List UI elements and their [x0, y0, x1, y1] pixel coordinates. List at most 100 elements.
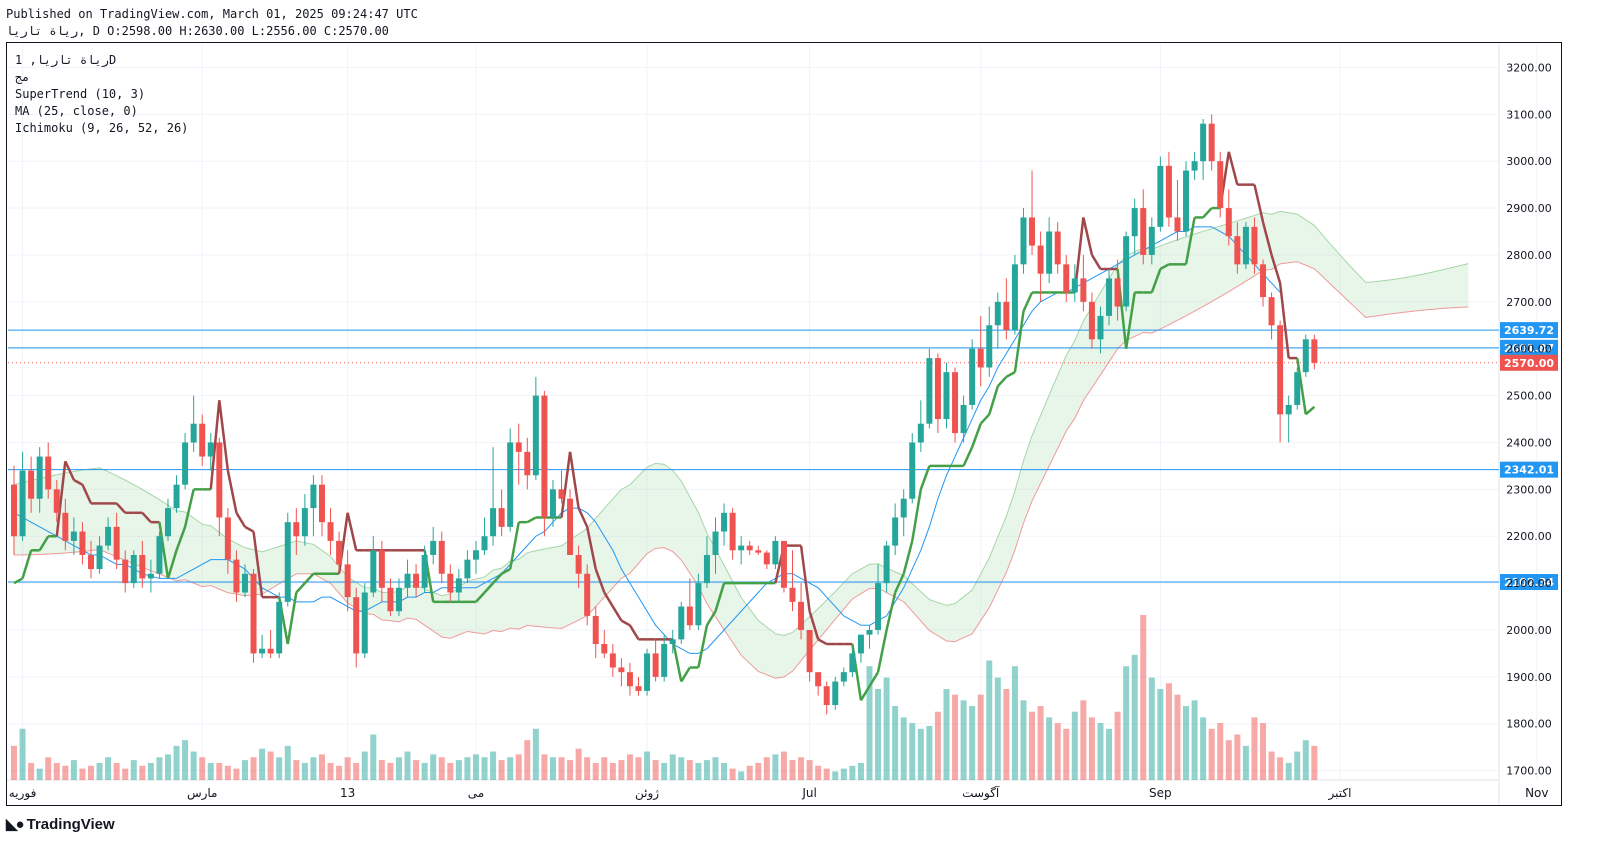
candle-body: [344, 564, 351, 598]
candle-body: [216, 442, 223, 518]
legend-symbol: رياة تاريا, 1D: [15, 53, 117, 67]
legend-ichimoku: Ichimoku (9, 26, 52, 26): [15, 121, 189, 135]
volume-bar: [763, 757, 770, 780]
candle-body: [464, 559, 471, 579]
candle-body: [721, 512, 728, 532]
volume-bar: [1037, 706, 1044, 780]
candle-body: [661, 644, 668, 677]
volume-bar: [1285, 762, 1292, 780]
candle-body: [1131, 208, 1138, 237]
volume-bar: [1080, 700, 1087, 780]
volume-bar: [1157, 688, 1164, 780]
supertrend-segment: [697, 625, 709, 668]
candle-body: [601, 644, 608, 654]
volume-bar: [926, 725, 933, 780]
volume-bar: [421, 762, 428, 780]
supertrend-segment: [226, 470, 238, 514]
candle-body: [832, 681, 839, 705]
price-label: 2570.00: [1504, 357, 1554, 370]
candle-body: [395, 587, 402, 612]
candle-body: [147, 573, 154, 579]
candle-body: [1157, 165, 1164, 227]
y-tick-label: 2900.00: [1506, 202, 1552, 215]
candle-body: [318, 484, 325, 523]
candle-body: [1114, 278, 1121, 307]
volume-bar: [609, 762, 616, 780]
volume-bar: [190, 751, 197, 780]
candle-body: [994, 301, 1001, 326]
candle-body: [1165, 165, 1172, 218]
volume-bar: [729, 768, 736, 780]
candle-body: [276, 601, 283, 654]
candle-body: [421, 554, 428, 588]
supertrend-segment: [671, 639, 683, 682]
candle-body: [438, 540, 445, 574]
volume-bar: [1097, 723, 1104, 780]
candle-body: [532, 395, 539, 476]
candle-body: [1242, 226, 1249, 265]
volume-bar: [1234, 734, 1241, 780]
candle-body: [575, 554, 582, 574]
candle-body: [609, 653, 616, 668]
candle-body: [558, 489, 565, 499]
y-tick-label: 1700.00: [1506, 765, 1552, 778]
volume-bar: [164, 754, 171, 780]
volume-bar: [832, 771, 839, 780]
volume-bar: [952, 694, 959, 780]
volume-bar: [1063, 728, 1070, 780]
candle-body: [207, 442, 214, 457]
volume-bar: [1003, 688, 1010, 780]
volume-bar: [1020, 700, 1027, 780]
candle-body: [122, 559, 129, 584]
volume-bar: [635, 757, 642, 780]
y-tick-label: 3000.00: [1506, 155, 1552, 168]
legend-ma: MA (25, close, 0): [15, 104, 138, 118]
volume-bar: [789, 760, 796, 780]
volume-bar: [224, 765, 231, 780]
candle-body: [943, 372, 950, 420]
candle-body: [1234, 236, 1241, 265]
candle-body: [840, 672, 847, 682]
price-chart[interactable]: 2639.722601.872570.002342.012102.341700.…: [0, 0, 1598, 858]
volume-bar: [1140, 615, 1147, 780]
volume-bar: [549, 757, 556, 780]
volume-bar: [1242, 745, 1249, 780]
volume-bar: [943, 688, 950, 780]
candle-body: [1106, 278, 1113, 316]
candle-body: [259, 648, 266, 654]
volume-bar: [1183, 706, 1190, 780]
candle-body: [900, 498, 907, 518]
volume-bar: [182, 740, 189, 780]
candle-body: [567, 498, 574, 555]
candle-body: [284, 522, 291, 602]
candle-body: [883, 545, 890, 584]
candle-body: [1260, 264, 1267, 298]
volume-bar: [1251, 717, 1258, 780]
volume-bar: [301, 762, 308, 780]
volume-bar: [815, 765, 822, 780]
candle-body: [1174, 217, 1181, 232]
candle-body: [28, 470, 35, 499]
candle-body: [798, 601, 805, 630]
candle-body: [1268, 297, 1275, 326]
volume-bar: [173, 745, 180, 780]
candle-body: [310, 484, 317, 509]
volume-bar: [1148, 677, 1155, 780]
volume-bar: [498, 760, 505, 780]
volume-bar: [395, 757, 402, 780]
candle-body: [1080, 278, 1087, 302]
y-tick-label: 2600.00: [1506, 343, 1552, 356]
candle-body: [738, 545, 745, 551]
volume-bar: [994, 677, 1001, 780]
volume-bar: [284, 745, 291, 780]
candle-body: [190, 423, 197, 443]
volume-bar: [318, 754, 325, 780]
x-tick-label: 13: [340, 786, 355, 800]
volume-bar: [28, 762, 35, 780]
tradingview-logo[interactable]: ◣● TradingView: [6, 815, 115, 834]
x-tick-label: مى: [468, 786, 484, 800]
candle-body: [1225, 208, 1232, 237]
volume-bar: [481, 757, 488, 780]
volume-bar: [840, 768, 847, 780]
volume-bar: [276, 757, 283, 780]
